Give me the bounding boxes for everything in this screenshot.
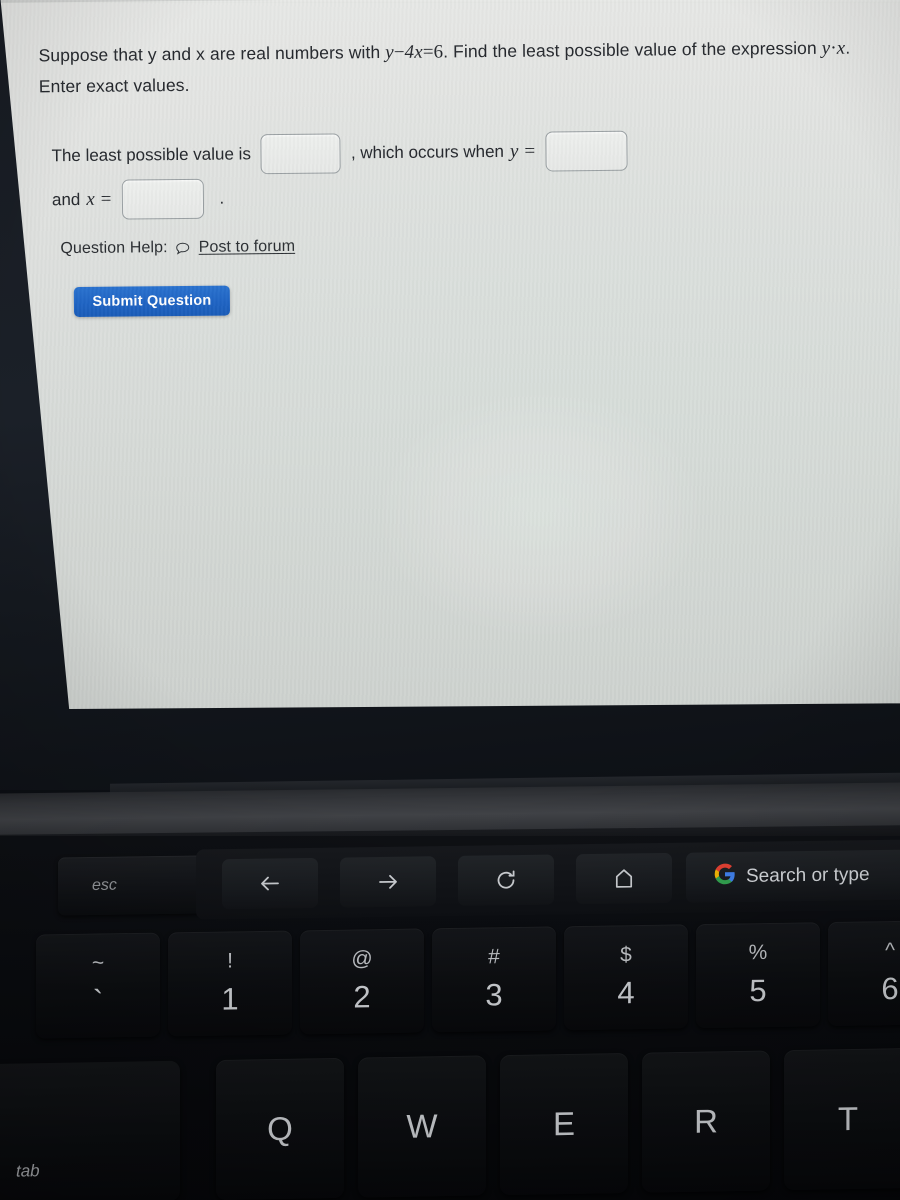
variable-y-label: y: [509, 140, 519, 162]
key-5-shift: %: [748, 941, 768, 965]
key-5[interactable]: % 5: [696, 922, 820, 1029]
key-backtick[interactable]: ~ `: [36, 932, 160, 1039]
question-help-label: Question Help:: [60, 239, 168, 258]
equation-4x: 4x: [404, 41, 423, 63]
key-e[interactable]: E: [500, 1052, 628, 1196]
equation-6: 6: [433, 41, 444, 63]
question-line2-pre: expression: [731, 37, 822, 59]
laptop-screen: Suppose that y and x are real numbers wi…: [0, 0, 900, 709]
equation-equals: =: [422, 41, 434, 63]
key-3-shift: #: [488, 945, 500, 969]
keyboard-number-row: ~ ` ! 1 @ 2 # 3 $ 4 % 5 ^ 6: [0, 920, 900, 1047]
expression-y: y: [821, 37, 831, 59]
key-6[interactable]: ^ 6: [828, 920, 900, 1027]
key-3-base: 3: [485, 977, 503, 1013]
equals-sign-x: =: [100, 188, 112, 210]
key-1-base: 1: [221, 981, 239, 1017]
home-key[interactable]: [576, 852, 672, 905]
arrow-left-icon: [255, 871, 285, 895]
answer-entry-block: The least possible value is , which occu…: [51, 127, 852, 223]
answer-line-2: and x = .: [52, 171, 852, 223]
least-value-label: The least possible value is: [51, 144, 251, 166]
y-value-input[interactable]: [544, 130, 628, 172]
key-q[interactable]: Q: [216, 1057, 344, 1200]
question-help-row: Question Help: Post to forum: [60, 238, 295, 258]
screenshot-root: Suppose that y and x are real numbers wi…: [0, 0, 900, 1200]
key-4-shift: $: [620, 943, 632, 967]
post-to-forum-link[interactable]: Post to forum: [199, 238, 296, 257]
google-search-key[interactable]: Search or type: [686, 848, 900, 903]
keyboard: esc Search or type ~ ` ! 1 @ 2 # 3 $ 4 %…: [0, 836, 900, 1200]
key-r[interactable]: R: [642, 1050, 770, 1193]
search-key-label: Search or type: [746, 864, 870, 887]
esc-key-label: esc: [92, 876, 117, 894]
key-6-base: 6: [881, 970, 899, 1007]
key-backtick-base: `: [92, 983, 104, 1019]
arrow-right-icon: [373, 870, 403, 894]
key-1-shift: !: [227, 949, 233, 973]
key-4[interactable]: $ 4: [564, 924, 688, 1031]
answer-line-1: The least possible value is , which occu…: [51, 127, 851, 179]
key-1[interactable]: ! 1: [168, 930, 292, 1037]
submit-question-button[interactable]: Submit Question: [73, 285, 231, 318]
keyboard-function-row: esc Search or type: [0, 838, 900, 921]
tab-key[interactable]: tab: [0, 1060, 180, 1200]
key-backtick-shift: ~: [91, 951, 105, 975]
key-t[interactable]: T: [784, 1047, 900, 1191]
reload-icon: [494, 868, 518, 892]
question-line1-post: . Find the least possible value of the: [443, 38, 727, 62]
tab-key-label: tab: [16, 1161, 40, 1181]
key-4-base: 4: [617, 975, 635, 1011]
key-5-base: 5: [749, 973, 767, 1009]
home-icon: [612, 866, 636, 890]
and-label: and: [51, 189, 81, 210]
x-value-input[interactable]: [121, 178, 204, 220]
least-value-input[interactable]: [260, 133, 342, 175]
key-6-shift: ^: [885, 939, 895, 963]
trailing-period: .: [219, 188, 225, 208]
keyboard-letter-row: tab Q W E R T: [0, 1042, 900, 1200]
variable-x-label: x: [86, 188, 95, 210]
forward-key[interactable]: [340, 856, 436, 908]
equals-sign-y: =: [524, 140, 536, 162]
question-statement: Suppose that y and x are real numbers wi…: [38, 32, 869, 102]
key-2[interactable]: @ 2: [300, 928, 424, 1035]
google-g-icon: [714, 863, 736, 891]
reload-key[interactable]: [458, 854, 554, 906]
speech-bubble-icon: [176, 241, 191, 255]
key-2-shift: @: [351, 947, 373, 971]
key-w[interactable]: W: [358, 1055, 486, 1198]
expression-x: x: [836, 37, 846, 59]
key-2-base: 2: [353, 979, 371, 1015]
back-key[interactable]: [222, 857, 318, 910]
equation-minus: −: [393, 41, 405, 63]
question-line1-pre: Suppose that y and x are real numbers wi…: [38, 42, 386, 66]
key-3[interactable]: # 3: [432, 926, 556, 1033]
webpage-content: Suppose that y and x are real numbers wi…: [0, 0, 900, 709]
which-occurs-label: , which occurs when: [350, 141, 505, 163]
